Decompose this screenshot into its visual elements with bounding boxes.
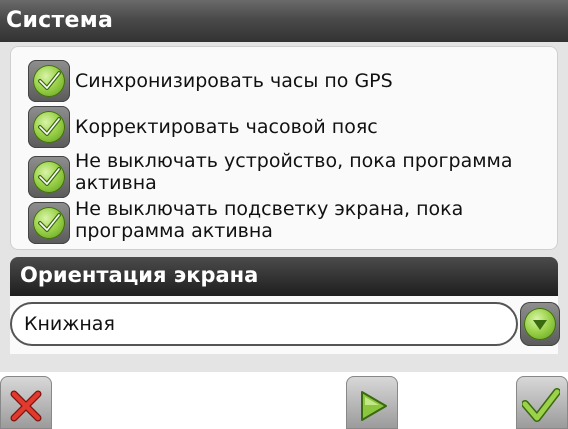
- close-x-icon: [10, 390, 42, 422]
- cancel-button[interactable]: [0, 376, 52, 429]
- option-label: Синхронизировать часы по GPS: [75, 70, 393, 92]
- option-label-line: активна: [75, 172, 157, 194]
- dropdown-button[interactable]: [520, 302, 560, 346]
- option-keep-backlight-on[interactable]: Не выключать подсветку экрана, пока прог…: [28, 198, 463, 244]
- option-label-line: программа активна: [75, 220, 273, 242]
- option-label: Не выключать подсветку экрана, пока прог…: [75, 198, 463, 242]
- orientation-row: Книжная: [10, 296, 560, 354]
- option-label: Корректировать часовой пояс: [75, 116, 378, 138]
- orientation-value: Книжная: [24, 313, 115, 335]
- checkmark-icon: [522, 388, 560, 422]
- checkmark-icon: [38, 167, 61, 186]
- option-timezone[interactable]: Корректировать часовой пояс: [28, 106, 378, 148]
- window-title: Система: [6, 8, 114, 33]
- section-header-orientation: Ориентация экрана: [10, 257, 558, 296]
- checkmark-icon: [38, 117, 61, 136]
- checkbox-keep-backlight-on[interactable]: [28, 202, 70, 244]
- option-keep-device-on[interactable]: Не выключать устройство, пока программа …: [28, 150, 513, 198]
- option-label-line: Корректировать часовой пояс: [75, 116, 378, 138]
- bottom-toolbar: [0, 372, 568, 429]
- option-label-line: Не выключать устройство, пока программа: [75, 150, 513, 172]
- chevron-down-icon: [533, 320, 547, 330]
- section-title: Ориентация экрана: [20, 263, 259, 287]
- checkmark-icon: [38, 71, 61, 90]
- checkbox-keep-device-on[interactable]: [28, 156, 70, 198]
- checkmark-icon: [38, 213, 61, 232]
- option-label-line: Не выключать подсветку экрана, пока: [75, 198, 464, 220]
- title-bar: Система: [0, 0, 568, 42]
- checkbox-timezone[interactable]: [28, 106, 70, 148]
- orientation-select[interactable]: Книжная: [10, 302, 518, 346]
- confirm-button[interactable]: [516, 376, 568, 429]
- play-arrow-icon: [361, 391, 387, 421]
- option-sync-clock[interactable]: Синхронизировать часы по GPS: [28, 60, 393, 102]
- option-label: Не выключать устройство, пока программа …: [75, 150, 513, 194]
- checkbox-sync-clock[interactable]: [28, 60, 70, 102]
- options-panel: Синхронизировать часы по GPS Корректиров…: [10, 46, 558, 250]
- option-label-line: Синхронизировать часы по GPS: [75, 70, 393, 92]
- next-button[interactable]: [346, 376, 398, 429]
